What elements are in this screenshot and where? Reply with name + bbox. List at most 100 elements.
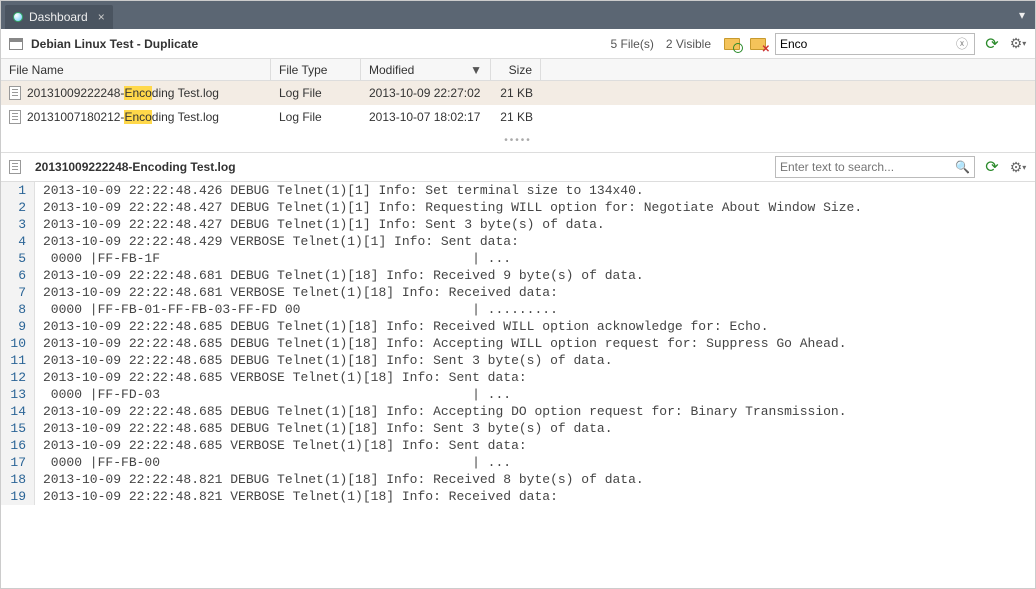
log-line: 32013-10-09 22:22:48.427 DEBUG Telnet(1)… <box>1 216 1035 233</box>
line-content: 2013-10-09 22:22:48.681 DEBUG Telnet(1)[… <box>35 267 644 284</box>
line-number: 13 <box>1 386 35 403</box>
line-content: 2013-10-09 22:22:48.685 DEBUG Telnet(1)[… <box>35 352 613 369</box>
line-number: 11 <box>1 352 35 369</box>
file-size: 21 KB <box>491 107 541 127</box>
line-content: 2013-10-09 22:22:48.685 DEBUG Telnet(1)[… <box>35 318 769 335</box>
file-table-header: File Name File Type Modified▼ Size <box>1 59 1035 81</box>
refresh-button[interactable]: ⟳ <box>983 35 1001 53</box>
col-file-name[interactable]: File Name <box>1 59 271 80</box>
line-content: 0000 |FF-FB-01-FF-FB-03-FF-FD 00 | .....… <box>35 301 558 318</box>
log-viewer[interactable]: 12013-10-09 22:22:48.426 DEBUG Telnet(1)… <box>1 182 1035 589</box>
file-type: Log File <box>271 83 361 103</box>
line-number: 5 <box>1 250 35 267</box>
clear-filter-icon[interactable]: ⓧ <box>954 35 970 52</box>
line-content: 0000 |FF-FB-00 | ... <box>35 454 511 471</box>
line-content: 2013-10-09 22:22:48.685 DEBUG Telnet(1)[… <box>35 403 847 420</box>
file-icon <box>9 160 21 174</box>
log-line: 8 0000 |FF-FB-01-FF-FB-03-FF-FD 00 | ...… <box>1 301 1035 318</box>
log-line: 12013-10-09 22:22:48.426 DEBUG Telnet(1)… <box>1 182 1035 199</box>
log-file-title: 20131009222248-Encoding Test.log <box>35 160 236 174</box>
log-line: 72013-10-09 22:22:48.681 VERBOSE Telnet(… <box>1 284 1035 301</box>
log-line: 142013-10-09 22:22:48.685 DEBUG Telnet(1… <box>1 403 1035 420</box>
file-name: 20131007180212-Encoding Test.log <box>27 110 219 124</box>
folder-remove-icon <box>750 38 766 50</box>
col-size[interactable]: Size <box>491 59 541 80</box>
log-panel-header: 20131009222248-Encoding Test.log 🔍 ⟳ ⚙▾ <box>1 152 1035 182</box>
log-line: 5 0000 |FF-FB-1F | ... <box>1 250 1035 267</box>
line-number: 19 <box>1 488 35 505</box>
line-content: 2013-10-09 22:22:48.685 DEBUG Telnet(1)[… <box>35 335 847 352</box>
line-number: 16 <box>1 437 35 454</box>
line-content: 2013-10-09 22:22:48.685 VERBOSE Telnet(1… <box>35 369 527 386</box>
table-row[interactable]: 20131007180212-Encoding Test.log Log File… <box>1 105 1035 129</box>
log-line: 122013-10-09 22:22:48.685 VERBOSE Telnet… <box>1 369 1035 386</box>
col-modified[interactable]: Modified▼ <box>361 59 491 80</box>
line-number: 14 <box>1 403 35 420</box>
line-number: 1 <box>1 182 35 199</box>
log-line: 162013-10-09 22:22:48.685 VERBOSE Telnet… <box>1 437 1035 454</box>
table-row[interactable]: 20131009222248-Encoding Test.log Log File… <box>1 81 1035 105</box>
visible-count: 2 Visible <box>666 37 711 51</box>
splitter-handle[interactable]: ••••• <box>1 129 1035 152</box>
settings-button[interactable]: ⚙▾ <box>1009 35 1027 53</box>
tab-dropdown-icon[interactable]: ▾ <box>1013 8 1031 22</box>
line-content: 2013-10-09 22:22:48.427 DEBUG Telnet(1)[… <box>35 216 605 233</box>
line-content: 2013-10-09 22:22:48.685 DEBUG Telnet(1)[… <box>35 420 613 437</box>
log-line: 182013-10-09 22:22:48.821 DEBUG Telnet(1… <box>1 471 1035 488</box>
file-modified: 2013-10-07 18:02:17 <box>361 107 491 127</box>
file-type: Log File <box>271 107 361 127</box>
file-list: 20131009222248-Encoding Test.log Log File… <box>1 81 1035 129</box>
line-number: 12 <box>1 369 35 386</box>
file-icon <box>9 110 21 124</box>
clear-folder-button[interactable] <box>749 35 767 53</box>
line-content: 0000 |FF-FD-03 | ... <box>35 386 511 403</box>
filter-input[interactable] <box>780 37 954 51</box>
log-search-input[interactable] <box>780 160 955 174</box>
tab-dashboard[interactable]: Dashboard × <box>5 5 113 29</box>
file-size: 21 KB <box>491 83 541 103</box>
folder-open-icon <box>724 38 740 50</box>
line-number: 2 <box>1 199 35 216</box>
log-line: 13 0000 |FF-FD-03 | ... <box>1 386 1035 403</box>
line-content: 2013-10-09 22:22:48.685 VERBOSE Telnet(1… <box>35 437 527 454</box>
line-number: 10 <box>1 335 35 352</box>
line-number: 7 <box>1 284 35 301</box>
open-folder-button[interactable] <box>723 35 741 53</box>
line-number: 6 <box>1 267 35 284</box>
log-line: 92013-10-09 22:22:48.685 DEBUG Telnet(1)… <box>1 318 1035 335</box>
file-panel-header: Debian Linux Test - Duplicate 5 File(s) … <box>1 29 1035 59</box>
sort-desc-icon: ▼ <box>470 63 482 77</box>
line-number: 17 <box>1 454 35 471</box>
log-line: 192013-10-09 22:22:48.821 VERBOSE Telnet… <box>1 488 1035 505</box>
line-content: 2013-10-09 22:22:48.681 VERBOSE Telnet(1… <box>35 284 558 301</box>
line-number: 9 <box>1 318 35 335</box>
tab-label: Dashboard <box>29 10 88 24</box>
log-line: 102013-10-09 22:22:48.685 DEBUG Telnet(1… <box>1 335 1035 352</box>
log-refresh-button[interactable]: ⟳ <box>983 158 1001 176</box>
log-line: 112013-10-09 22:22:48.685 DEBUG Telnet(1… <box>1 352 1035 369</box>
line-number: 15 <box>1 420 35 437</box>
line-content: 2013-10-09 22:22:48.427 DEBUG Telnet(1)[… <box>35 199 862 216</box>
tab-bar: Dashboard × ▾ <box>1 1 1035 29</box>
panel-icon <box>9 38 23 50</box>
line-content: 2013-10-09 22:22:48.821 DEBUG Telnet(1)[… <box>35 471 644 488</box>
line-number: 18 <box>1 471 35 488</box>
line-number: 3 <box>1 216 35 233</box>
file-modified: 2013-10-09 22:27:02 <box>361 83 491 103</box>
col-file-type[interactable]: File Type <box>271 59 361 80</box>
line-number: 4 <box>1 233 35 250</box>
log-line: 42013-10-09 22:22:48.429 VERBOSE Telnet(… <box>1 233 1035 250</box>
line-content: 0000 |FF-FB-1F | ... <box>35 250 511 267</box>
dashboard-icon <box>13 12 23 22</box>
log-search-container: 🔍 <box>775 156 975 178</box>
filter-input-container: ⓧ <box>775 33 975 55</box>
log-settings-button[interactable]: ⚙▾ <box>1009 158 1027 176</box>
search-icon[interactable]: 🔍 <box>955 160 970 174</box>
panel-title: Debian Linux Test - Duplicate <box>31 37 198 51</box>
log-line: 22013-10-09 22:22:48.427 DEBUG Telnet(1)… <box>1 199 1035 216</box>
line-number: 8 <box>1 301 35 318</box>
file-icon <box>9 86 21 100</box>
line-content: 2013-10-09 22:22:48.429 VERBOSE Telnet(1… <box>35 233 519 250</box>
file-name: 20131009222248-Encoding Test.log <box>27 86 219 100</box>
close-icon[interactable]: × <box>98 10 105 24</box>
